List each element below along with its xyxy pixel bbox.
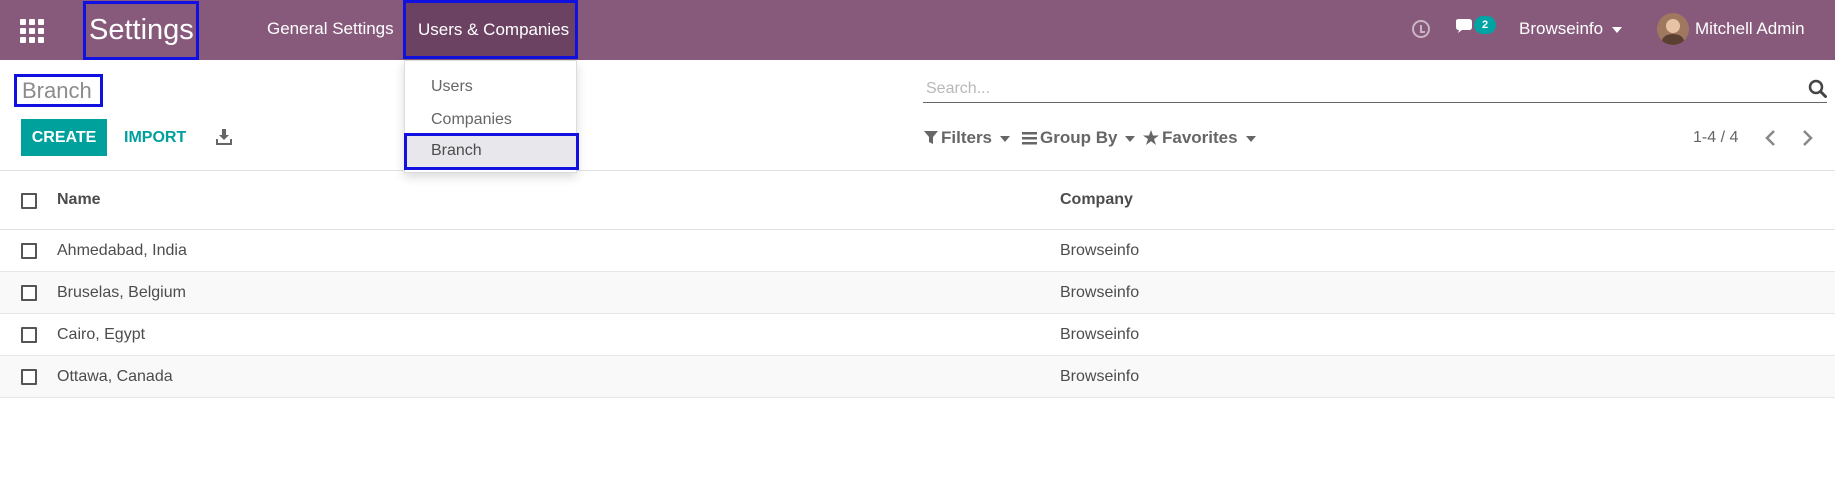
filters-label: Filters [941, 128, 993, 147]
chevron-down-icon [1245, 135, 1256, 142]
chevron-right-icon[interactable] [1799, 129, 1815, 147]
row-checkbox[interactable] [21, 369, 37, 385]
star-icon [1143, 130, 1159, 145]
table-row[interactable]: Bruselas, Belgium Browseinfo [0, 272, 1835, 314]
table-row[interactable]: Cairo, Egypt Browseinfo [0, 314, 1835, 356]
dropdown-item-users[interactable]: Users [405, 71, 578, 105]
list-icon [1022, 132, 1037, 145]
chat-icon[interactable] [1454, 18, 1476, 36]
import-button[interactable]: IMPORT [124, 119, 186, 156]
branch-list: Name Company Ahmedabad, India Browseinfo… [0, 170, 1835, 398]
row-name: Cairo, Egypt [57, 326, 146, 343]
menu-general-settings[interactable]: General Settings [267, 0, 394, 60]
row-name: Ahmedabad, India [57, 242, 187, 259]
pager-value[interactable]: 1-4 / 4 [1693, 119, 1738, 156]
chevron-down-icon [1125, 135, 1136, 142]
groupby-dropdown[interactable]: Group By [1022, 119, 1136, 156]
table-row[interactable]: Ahmedabad, India Browseinfo [0, 230, 1835, 272]
row-checkbox[interactable] [21, 243, 37, 259]
row-company: Browseinfo [1060, 242, 1140, 259]
search-input[interactable] [923, 76, 1803, 101]
menu-users-companies[interactable]: Users & Companies [403, 0, 578, 59]
favorites-label: Favorites [1162, 128, 1238, 147]
column-header-name[interactable]: Name [57, 191, 101, 209]
search-bar [923, 76, 1827, 103]
list-header: Name Company [0, 170, 1835, 230]
favorites-dropdown[interactable]: Favorites [1143, 119, 1256, 156]
activity-clock-icon[interactable] [1412, 20, 1430, 38]
chat-count-badge: 2 [1474, 16, 1496, 34]
chevron-left-icon[interactable] [1763, 129, 1779, 147]
dropdown-item-branch[interactable]: Branch [404, 133, 579, 170]
search-icon[interactable] [1808, 79, 1827, 98]
users-companies-dropdown: Users Companies Branch [404, 60, 579, 173]
row-company: Browseinfo [1060, 284, 1140, 301]
chevron-down-icon [1000, 135, 1011, 142]
row-checkbox[interactable] [21, 327, 37, 343]
app-title: Settings [83, 1, 199, 60]
create-button[interactable]: CREATE [21, 119, 107, 156]
company-name: Browseinfo [1519, 19, 1604, 38]
row-name: Ottawa, Canada [57, 368, 173, 385]
company-switcher[interactable]: Browseinfo [1519, 0, 1623, 60]
page-title: Branch [14, 74, 103, 107]
row-name: Bruselas, Belgium [57, 284, 186, 301]
table-row[interactable]: Ottawa, Canada Browseinfo [0, 356, 1835, 398]
column-header-company[interactable]: Company [1060, 191, 1133, 209]
groupby-label: Group By [1040, 128, 1118, 147]
filter-icon [924, 131, 938, 144]
row-company: Browseinfo [1060, 326, 1140, 343]
row-company: Browseinfo [1060, 368, 1140, 385]
chevron-down-icon [1612, 26, 1623, 33]
top-navbar: Settings General Settings Users & Compan… [0, 0, 1835, 60]
download-icon[interactable] [215, 128, 233, 146]
user-name: Mitchell Admin [1695, 19, 1805, 38]
apps-menu-icon[interactable] [20, 19, 44, 43]
avatar [1657, 13, 1689, 45]
filters-dropdown[interactable]: Filters [924, 119, 1011, 156]
select-all-checkbox[interactable] [21, 193, 37, 209]
row-checkbox[interactable] [21, 285, 37, 301]
